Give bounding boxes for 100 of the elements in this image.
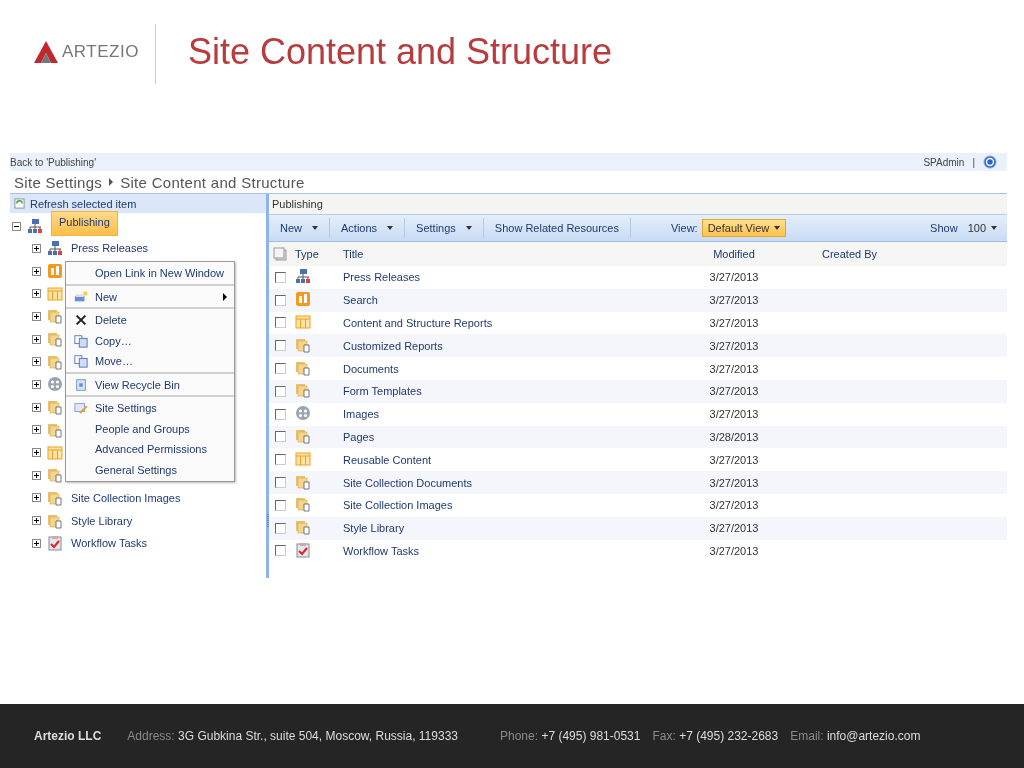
contact-value: info@artezio.com (826, 729, 921, 743)
menu-item[interactable]: Site Settings (66, 398, 234, 419)
caret-icon (312, 226, 318, 230)
title-link[interactable]: Customized Reports (343, 339, 683, 352)
title-link[interactable]: Form Templates (343, 385, 683, 398)
expand-icon[interactable] (32, 493, 41, 503)
title-link[interactable]: Documents (343, 362, 683, 375)
title-link[interactable]: Site Collection Images (343, 499, 683, 512)
title-link[interactable]: Reusable Content (343, 453, 683, 466)
toolbar-menu[interactable]: Show Related Resources (483, 218, 631, 238)
breadcrumb-link[interactable]: Site Content and Structure (120, 173, 305, 191)
checkbox[interactable] (275, 545, 286, 557)
tree-item[interactable]: Press Releases (71, 242, 149, 255)
page-size-dropdown[interactable]: 100 (967, 222, 997, 234)
expand-icon[interactable] (32, 289, 41, 299)
checkbox[interactable] (275, 454, 286, 466)
contact-label: Address: (127, 729, 175, 743)
checkbox[interactable] (275, 317, 286, 329)
caret-icon (387, 226, 394, 230)
checkbox[interactable] (275, 363, 286, 375)
caret-icon (465, 226, 472, 230)
expand-icon[interactable] (32, 334, 41, 344)
title-link[interactable]: Press Releases (343, 271, 683, 284)
checkbox[interactable] (275, 271, 286, 283)
columns-icon (295, 314, 311, 330)
expand-icon[interactable] (32, 243, 41, 253)
toolbar-menu[interactable]: Actions (330, 218, 406, 238)
menu-item[interactable]: Copy… (66, 330, 234, 351)
modified-cell-text: 3/27/2013 (708, 453, 760, 466)
tree-item[interactable]: Style Library (71, 514, 133, 527)
expand-icon[interactable] (32, 402, 41, 412)
title-link[interactable]: Pages (343, 430, 683, 443)
checkbox[interactable] (275, 408, 286, 420)
tree-item[interactable]: Site Collection Images (71, 491, 181, 504)
toolbar-menu[interactable]: New (269, 218, 330, 238)
view-dropdown[interactable]: Default View (701, 219, 787, 237)
expand-icon[interactable] (32, 311, 41, 321)
menu-item[interactable]: People and Groups (66, 418, 234, 439)
expand-icon[interactable] (32, 425, 41, 435)
modified-cell-text: 3/27/2013 (708, 294, 760, 307)
show-label: Show (930, 222, 958, 234)
tree-item[interactable]: Workflow Tasks (71, 537, 147, 550)
tree-item[interactable]: Publishing (51, 210, 118, 236)
caret-icon (991, 226, 997, 230)
expand-icon[interactable] (32, 470, 41, 480)
refresh-icon[interactable] (14, 198, 25, 209)
column-header[interactable]: Title (343, 248, 683, 260)
refresh-link[interactable]: Refresh selected item (30, 197, 137, 210)
checkbox[interactable] (275, 385, 286, 397)
toolbar-menu[interactable]: Settings (405, 218, 484, 238)
title-link[interactable]: Content and Structure Reports (343, 317, 683, 329)
folder-icon (47, 331, 63, 348)
column-header[interactable]: Type (295, 248, 343, 260)
breadcrumb-link[interactable]: Site Settings (14, 173, 103, 191)
checkbox[interactable] (275, 294, 286, 306)
column-header[interactable]: Modified (683, 248, 785, 260)
checkbox[interactable] (275, 477, 286, 489)
title-link[interactable]: Style Library (343, 522, 683, 535)
contact-value: +7 (495) 981-0531 (541, 729, 641, 743)
menu-item[interactable]: Delete (66, 310, 234, 331)
modified-cell-text: 3/27/2013 (708, 271, 760, 284)
bin-icon (73, 377, 88, 392)
back-link[interactable]: Back to 'Publishing' (10, 156, 97, 168)
checkbox[interactable] (275, 522, 286, 534)
splitter-handle[interactable] (267, 514, 269, 528)
checkbox[interactable] (275, 340, 286, 352)
menu-item[interactable]: New (66, 286, 234, 309)
folder-icon (47, 399, 63, 416)
caret-icon (774, 226, 781, 230)
user-menu[interactable]: SPAdmin (923, 156, 965, 168)
sitemap-icon (47, 240, 63, 257)
title-link[interactable]: Workflow Tasks (343, 544, 683, 557)
expand-icon[interactable] (32, 357, 41, 367)
menu-item[interactable]: View Recycle Bin (66, 374, 234, 397)
menu-item[interactable]: General Settings (66, 459, 234, 480)
title-link[interactable]: Images (343, 408, 683, 421)
checkbox[interactable] (275, 431, 286, 443)
submenu-arrow-icon (223, 292, 227, 301)
menu-item[interactable]: Open Link in New Window (66, 263, 234, 286)
expand-icon[interactable] (32, 516, 41, 526)
chevron-icon (108, 178, 115, 186)
column-header[interactable]: Created By (785, 248, 1007, 260)
logo-icon (34, 41, 58, 63)
menu-item[interactable]: Advanced Permissions (66, 439, 234, 460)
expand-icon[interactable] (32, 448, 41, 458)
sitemap-icon (27, 218, 43, 234)
modified-cell-text: 3/27/2013 (708, 544, 760, 557)
expand-icon[interactable] (32, 379, 41, 389)
expand-icon[interactable] (32, 538, 41, 548)
title-link[interactable]: Site Collection Documents (343, 476, 683, 489)
expand-icon[interactable] (32, 266, 41, 276)
menu-item[interactable]: Move… (66, 351, 234, 374)
modified-cell-text: 3/27/2013 (708, 408, 760, 421)
title-link[interactable]: Search (343, 294, 683, 307)
modified-cell-text: 3/27/2013 (708, 385, 760, 398)
help-icon[interactable] (983, 155, 997, 169)
slide-title: Site Content and Structure (187, 31, 613, 73)
checkbox[interactable] (275, 499, 286, 511)
collapse-icon[interactable] (12, 221, 21, 231)
pencil-icon (73, 401, 88, 416)
